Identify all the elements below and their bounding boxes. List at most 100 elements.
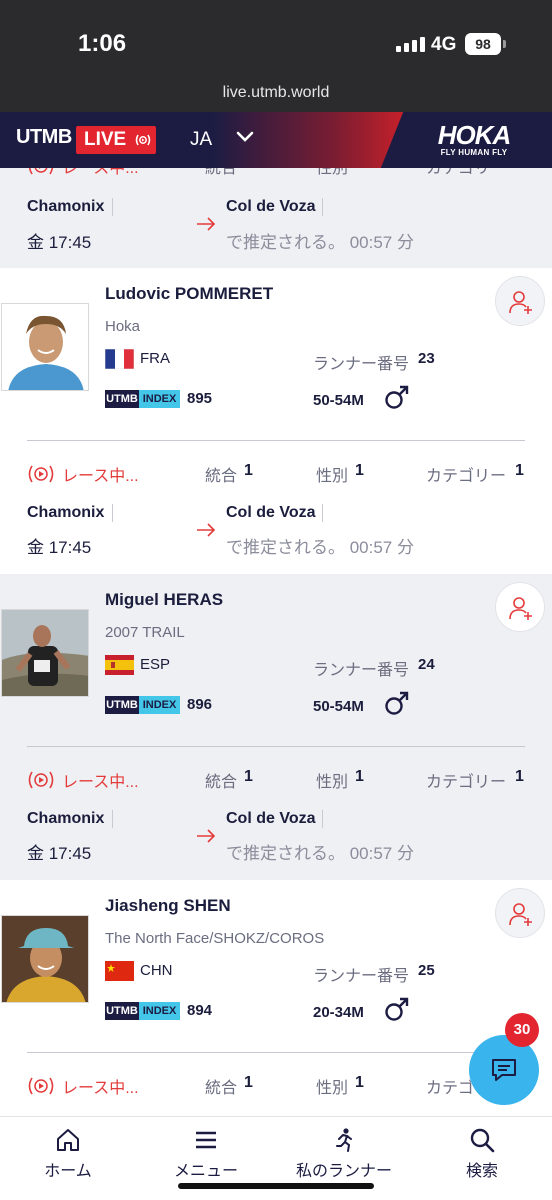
add-user-icon	[509, 597, 532, 620]
departure-time: 金 17:45	[27, 538, 92, 557]
category-label: カテゴリー	[426, 468, 507, 485]
estimated-arrival: で推定される。 00:57 分	[226, 844, 414, 863]
divider	[27, 440, 525, 441]
home-indicator[interactable]	[178, 1183, 374, 1189]
sponsor-logo[interactable]: HOKA FLY HUMAN FLY	[436, 122, 512, 157]
menu-icon	[196, 1131, 216, 1149]
gender-rank: 1	[355, 168, 364, 172]
runner-list[interactable]: レース中... 統合 1 性別 1 カテゴリー 1 Chamonix Col d…	[0, 168, 552, 1116]
address-bar[interactable]: live.utmb.world	[0, 84, 552, 102]
follow-runner-button[interactable]	[495, 888, 545, 938]
race-status-label: レース中...	[62, 1080, 139, 1097]
bib-label: ランナー番号	[313, 662, 410, 679]
divider-tick	[112, 504, 113, 522]
race-status-row: レース中... 統合 1 性別 1 カテゴリー 1	[0, 768, 552, 798]
utmb-index-value: 896	[187, 696, 213, 713]
next-checkpoint: Col de Voza	[226, 198, 316, 215]
nav-my-runners-label: 私のランナー	[295, 1163, 392, 1180]
overall-rank: 1	[244, 1074, 253, 1091]
race-status: レース中...	[26, 462, 139, 486]
bib-number: 24	[418, 656, 435, 673]
runner-card[interactable]: Miguel HERAS 2007 TRAIL ESP ランナー番号 24 UT…	[0, 574, 552, 880]
runner-card[interactable]: Jiasheng SHEN The North Face/SHOKZ/COROS…	[0, 880, 552, 1116]
departure-time: 金 17:45	[27, 844, 92, 863]
home-icon	[57, 1129, 79, 1151]
follow-runner-button[interactable]	[495, 582, 545, 632]
runner-photo	[1, 915, 89, 1003]
overall-rank: 1	[244, 768, 253, 785]
hoka-logo: HOKA	[437, 120, 512, 150]
male-icon	[385, 691, 409, 715]
runner-name[interactable]: Miguel HERAS	[105, 590, 223, 610]
nav-my-runners[interactable]: 私のランナー	[284, 1127, 404, 1181]
overall-label: 統合	[205, 1080, 238, 1097]
utmb-index-badge: UTMB INDEX	[105, 1002, 180, 1020]
runner-name[interactable]: Ludovic POMMERET	[105, 284, 273, 304]
departure-time: 金 17:45	[27, 233, 92, 252]
divider-tick	[112, 810, 113, 828]
utmb-index-value: 894	[187, 1002, 213, 1019]
utmb-index-badge-a: UTMB	[105, 696, 139, 714]
race-status-label: レース中...	[62, 168, 139, 177]
bib-number: 25	[418, 962, 435, 979]
category-rank: 1	[515, 462, 524, 479]
divider-tick	[112, 198, 113, 216]
gender-rank: 1	[355, 462, 364, 479]
live-badge[interactable]: LIVE	[76, 126, 156, 154]
utmb-index-value: 895	[187, 390, 213, 407]
runner-icon	[336, 1128, 352, 1152]
chat-icon	[492, 1059, 516, 1081]
divider	[27, 746, 525, 747]
flag-chn-icon	[105, 961, 134, 981]
nav-menu[interactable]: メニュー	[146, 1127, 266, 1181]
utmb-index-badge-b: INDEX	[139, 390, 180, 408]
divider-tick	[322, 810, 323, 828]
runner-team: 2007 TRAIL	[105, 624, 185, 641]
gender-rank: 1	[355, 768, 364, 785]
language-selector[interactable]: JA	[190, 129, 212, 151]
gender-label: 性別	[316, 468, 349, 485]
overall-rank: 1	[244, 462, 253, 479]
status-bar: 1:06 4G 98 live.utmb.world	[0, 0, 552, 112]
runner-status-card: レース中... 統合 1 性別 1 カテゴリー 1 Chamonix Col d…	[0, 168, 552, 268]
runner-country: FRA	[140, 350, 170, 367]
runner-card[interactable]: Ludovic POMMERET Hoka FRA ランナー番号 23 UTMB…	[0, 268, 552, 574]
nav-home[interactable]: ホーム	[8, 1127, 128, 1181]
overall-label: 統合	[205, 168, 238, 177]
estimated-arrival: で推定される。 00:57 分	[226, 233, 414, 252]
category-rank: 1	[515, 168, 524, 172]
battery-icon: 98	[465, 33, 501, 55]
follow-runner-button[interactable]	[495, 276, 545, 326]
nav-search[interactable]: 検索	[422, 1127, 542, 1181]
runner-country: ESP	[140, 656, 171, 673]
utmb-index-badge-b: INDEX	[139, 1002, 180, 1020]
race-status: レース中...	[26, 168, 139, 178]
male-icon	[385, 997, 409, 1021]
category-rank: 1	[515, 768, 524, 785]
race-status-label: レース中...	[62, 774, 139, 791]
nav-menu-label: メニュー	[173, 1163, 238, 1180]
age-category: 50-54M	[313, 392, 364, 409]
chevron-down-icon[interactable]	[236, 130, 254, 144]
last-checkpoint: Chamonix	[27, 504, 105, 521]
divider	[27, 1052, 525, 1053]
runner-photo	[1, 303, 89, 391]
arrow-right-icon	[197, 829, 216, 843]
search-icon	[470, 1128, 495, 1153]
runner-photo	[1, 609, 89, 697]
hoka-tagline: FLY HUMAN FLY	[440, 148, 508, 157]
live-status-icon	[28, 465, 54, 483]
live-label: LIVE	[84, 129, 127, 150]
utmb-logo[interactable]: UTMB	[16, 126, 72, 149]
network-type: 4G	[431, 34, 457, 55]
broadcast-icon	[135, 134, 151, 146]
overall-label: 統合	[205, 774, 238, 791]
male-icon	[385, 385, 409, 409]
live-status-icon	[28, 168, 54, 175]
race-status-row: レース中... 統合 1 性別 1 カテゴリー 1	[0, 462, 552, 492]
estimated-arrival: で推定される。 00:57 分	[226, 538, 414, 557]
overall-rank: 1	[244, 168, 253, 172]
runner-name[interactable]: Jiasheng SHEN	[105, 896, 231, 916]
utmb-index-badge-a: UTMB	[105, 1002, 139, 1020]
app-header: UTMB LIVE JA HOKA FLY HUMAN FLY	[0, 112, 552, 168]
